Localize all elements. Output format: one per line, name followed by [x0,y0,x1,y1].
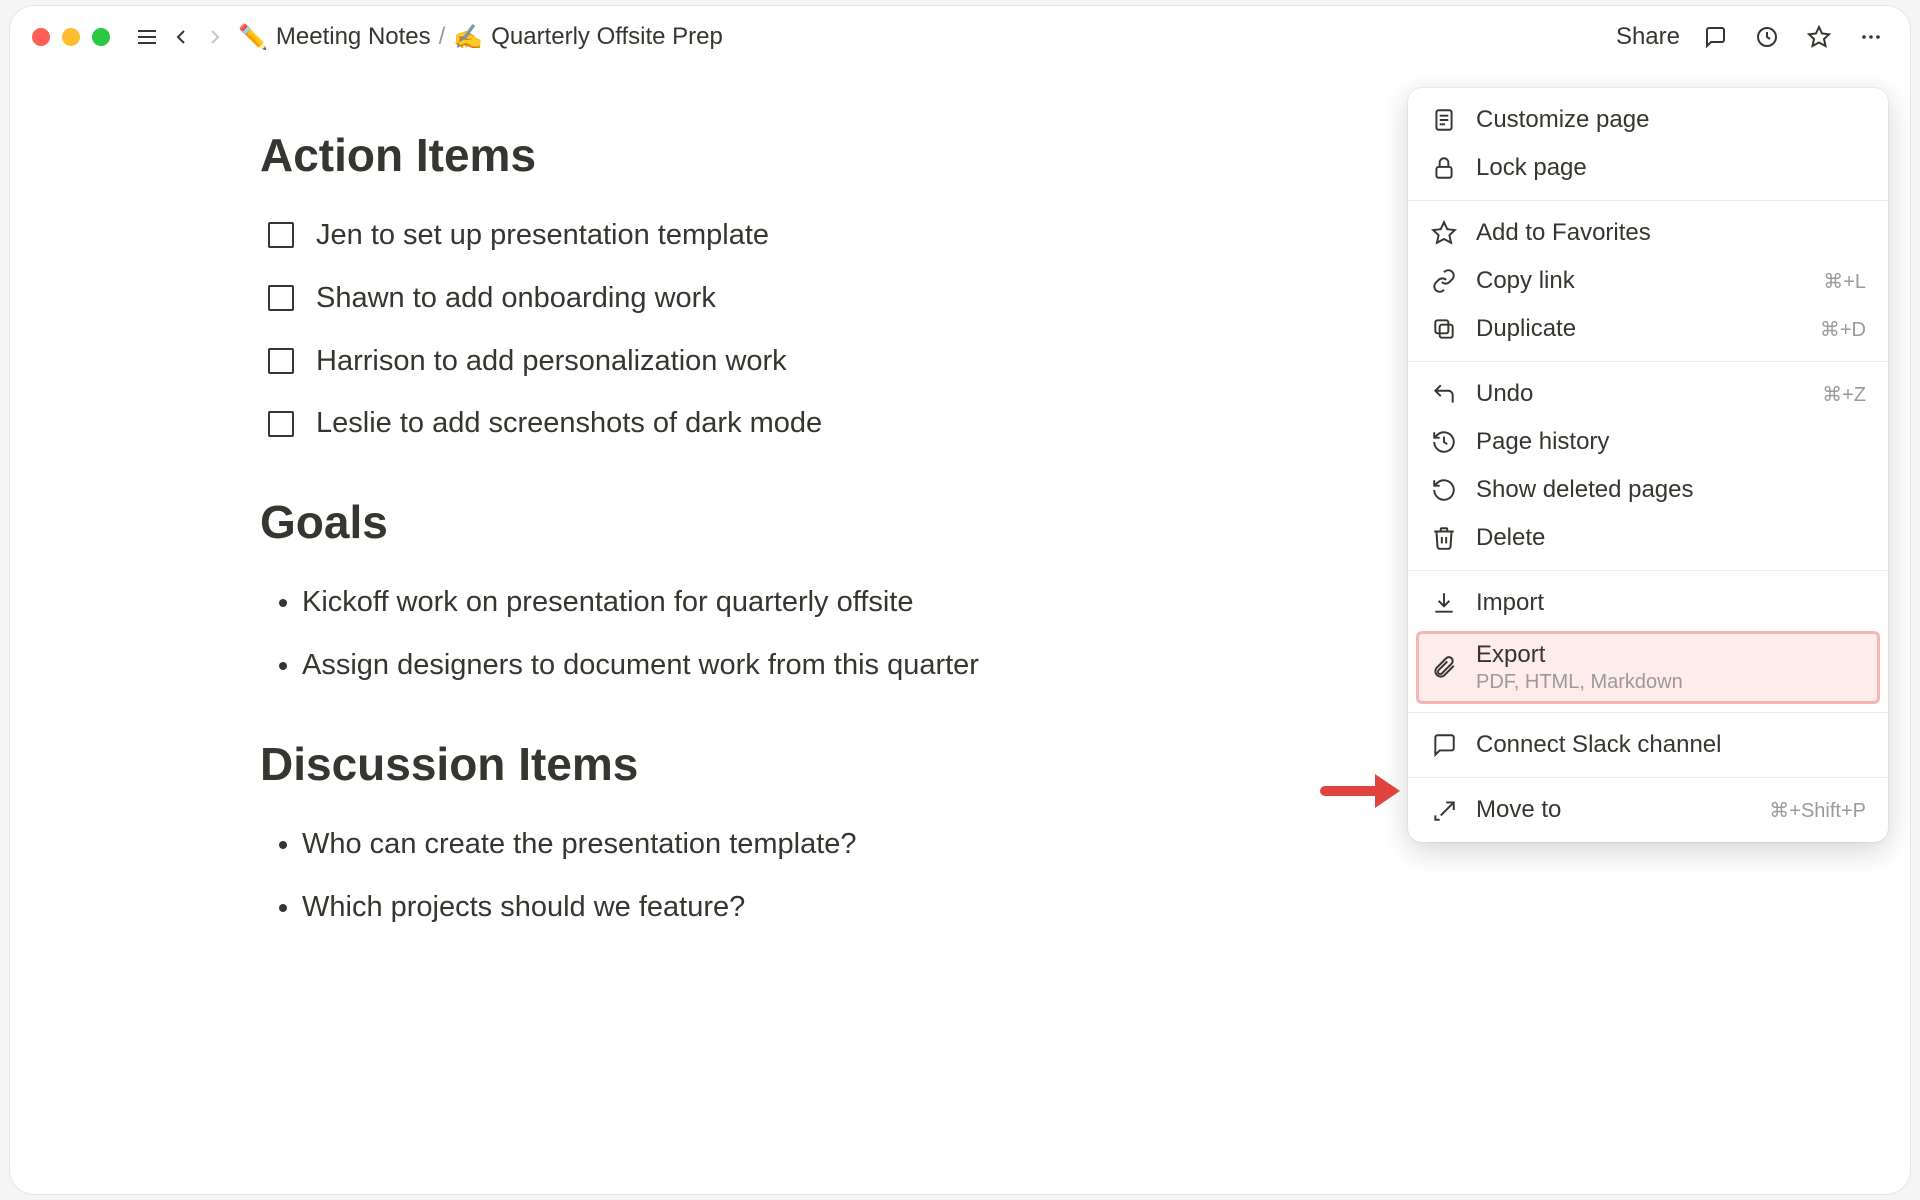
breadcrumb-item[interactable]: ✏️ Meeting Notes [238,23,431,52]
undo-icon [1430,381,1458,407]
topbar-right: Share [1616,20,1888,54]
menu-add-favorites[interactable]: Add to Favorites [1408,209,1888,257]
menu-move-to[interactable]: Move to ⌘+Shift+P [1408,786,1888,834]
menu-delete[interactable]: Delete [1408,514,1888,562]
page-icon [1430,107,1458,133]
app-window: ✏️ Meeting Notes / ✍️ Quarterly Offsite … [10,6,1910,1194]
breadcrumb-label: Quarterly Offsite Prep [491,23,723,51]
page-content: Action Items Jen to set up presentation … [10,68,1110,938]
menu-undo[interactable]: Undo ⌘+Z [1408,370,1888,418]
window-controls [32,28,110,46]
todo-item[interactable]: Harrison to add personalization work [260,330,1110,393]
breadcrumb-label: Meeting Notes [276,23,431,51]
breadcrumb-item[interactable]: ✍️ Quarterly Offsite Prep [453,23,723,52]
breadcrumb-separator: / [439,23,446,51]
import-icon [1430,590,1458,616]
maximize-window-button[interactable] [92,28,110,46]
more-icon[interactable] [1854,20,1888,54]
shortcut-label: ⌘+Z [1822,382,1866,407]
list-item[interactable]: Assign designers to document work from t… [302,634,1110,697]
heading-discussion: Discussion Items [260,737,1110,791]
menu-connect-slack[interactable]: Connect Slack channel [1408,721,1888,769]
menu-import[interactable]: Import [1408,579,1888,627]
todo-item[interactable]: Leslie to add screenshots of dark mode [260,392,1110,455]
discussion-list: Who can create the presentation template… [260,813,1110,939]
list-item[interactable]: Who can create the presentation template… [302,813,1110,876]
goals-list: Kickoff work on presentation for quarter… [260,571,1110,697]
move-icon [1430,797,1458,823]
updates-icon[interactable] [1750,20,1784,54]
menu-customize-page[interactable]: Customize page [1408,96,1888,144]
back-button[interactable] [164,20,198,54]
share-button[interactable]: Share [1616,23,1680,51]
checkbox-icon[interactable] [268,222,294,248]
lock-icon [1430,155,1458,181]
menu-lock-page[interactable]: Lock page [1408,144,1888,192]
heading-goals: Goals [260,495,1110,549]
shortcut-label: ⌘+L [1823,269,1866,294]
pencil-icon: ✏️ [238,23,268,52]
trash-icon [1430,525,1458,551]
history-icon [1430,429,1458,455]
menu-export[interactable]: Export PDF, HTML, Markdown [1416,631,1880,704]
minimize-window-button[interactable] [62,28,80,46]
writing-hand-icon: ✍️ [453,23,483,52]
list-item[interactable]: Kickoff work on presentation for quarter… [302,571,1110,634]
checkbox-icon[interactable] [268,285,294,311]
page-options-menu: Customize page Lock page Add to Favorite… [1408,88,1888,842]
todo-item[interactable]: Jen to set up presentation template [260,204,1110,267]
menu-export-subtitle: PDF, HTML, Markdown [1476,671,1866,694]
checkbox-icon[interactable] [268,348,294,374]
heading-action-items: Action Items [260,128,1110,182]
comments-icon[interactable] [1698,20,1732,54]
restore-icon [1430,477,1458,503]
shortcut-label: ⌘+Shift+P [1769,798,1866,823]
annotation-arrow [1320,766,1400,816]
breadcrumb: ✏️ Meeting Notes / ✍️ Quarterly Offsite … [238,23,723,52]
sidebar-toggle-icon[interactable] [130,20,164,54]
action-items-list: Jen to set up presentation template Shaw… [260,204,1110,455]
favorite-icon[interactable] [1802,20,1836,54]
forward-button [198,20,232,54]
duplicate-icon [1430,316,1458,342]
menu-duplicate[interactable]: Duplicate ⌘+D [1408,305,1888,353]
star-icon [1430,220,1458,246]
menu-page-history[interactable]: Page history [1408,418,1888,466]
topbar: ✏️ Meeting Notes / ✍️ Quarterly Offsite … [10,6,1910,68]
menu-show-deleted[interactable]: Show deleted pages [1408,466,1888,514]
shortcut-label: ⌘+D [1820,317,1866,342]
chat-icon [1430,732,1458,758]
menu-copy-link[interactable]: Copy link ⌘+L [1408,257,1888,305]
list-item[interactable]: Which projects should we feature? [302,876,1110,939]
checkbox-icon[interactable] [268,411,294,437]
close-window-button[interactable] [32,28,50,46]
attachment-icon [1430,655,1458,681]
todo-item[interactable]: Shawn to add onboarding work [260,267,1110,330]
link-icon [1430,268,1458,294]
